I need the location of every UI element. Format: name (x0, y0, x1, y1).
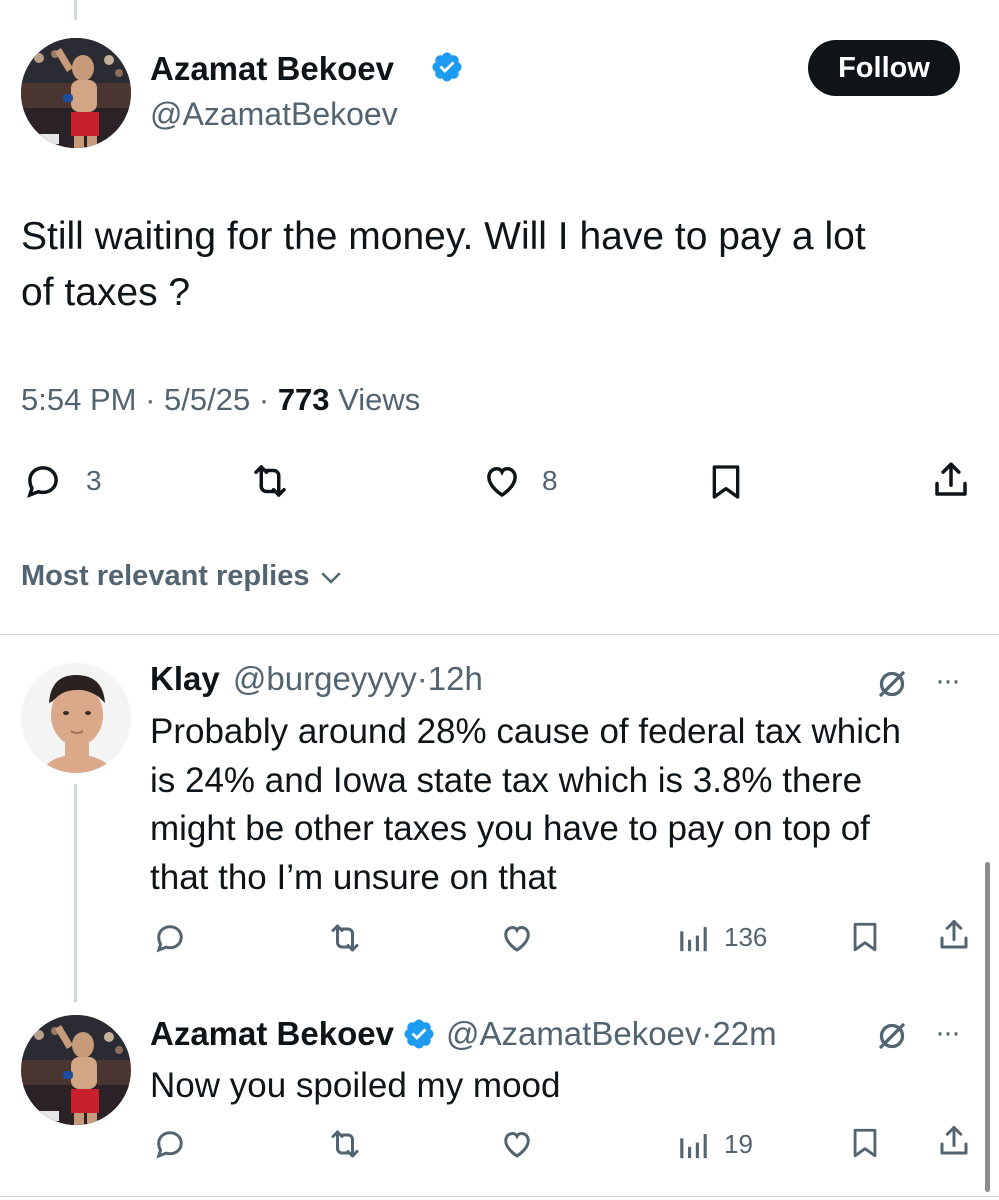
follow-button[interactable]: Follow (808, 40, 960, 96)
tweet-meta: 5:54 PM · 5/5/25 · 773 Views (21, 382, 420, 418)
like-button[interactable] (498, 920, 536, 956)
reply-button[interactable]: 3 (22, 460, 102, 502)
grok-icon[interactable] (874, 666, 910, 702)
reply-author-handle[interactable]: @burgeyyyy (233, 660, 417, 697)
tweet-text-line-2: of taxes ? (21, 271, 191, 314)
views-chart-icon (680, 927, 707, 952)
more-options-icon[interactable]: ··· (935, 664, 961, 698)
share-button[interactable] (936, 916, 972, 954)
author-avatar[interactable] (21, 38, 131, 148)
replies-sort-label: Most relevant replies (21, 560, 310, 592)
reply-text-line: Probably around 28% cause of federal tax… (150, 712, 902, 751)
heart-icon (504, 1131, 530, 1158)
heart-icon (487, 466, 517, 498)
reply-age[interactable]: 12h (428, 660, 483, 697)
reply-icon (156, 925, 183, 953)
verified-badge-icon (404, 1019, 434, 1049)
separator: · (416, 660, 428, 697)
separator: · (258, 382, 270, 417)
reply-text-line: might be other taxes you have to pay on … (150, 809, 870, 848)
views-chart-icon (680, 1134, 707, 1159)
reply-avatar[interactable] (21, 663, 131, 773)
reply-text-line: that tho I’m unsure on that (150, 857, 557, 897)
divider (0, 634, 999, 635)
views-button[interactable]: 19 (676, 1127, 753, 1161)
reply-age[interactable]: 22m (712, 1015, 776, 1053)
like-button[interactable] (498, 1126, 536, 1162)
reply-header: Azamat Bekoev @AzamatBekoev · 22m (150, 1015, 777, 1053)
separator: · (145, 382, 156, 417)
share-icon (940, 920, 968, 949)
repost-button[interactable] (325, 1126, 365, 1162)
chevron-down-icon (320, 571, 341, 584)
reply-header: Klay @burgeyyyy·12h (150, 660, 483, 698)
reply-count: 3 (86, 465, 102, 496)
repost-icon (331, 924, 359, 952)
reply-text-line: Now you spoiled my mood (150, 1066, 561, 1105)
heart-icon (504, 925, 530, 952)
views-count: 136 (724, 921, 768, 952)
thread-line-reply (74, 784, 77, 1002)
replies-sort-dropdown[interactable]: Most relevant replies (21, 560, 346, 593)
reply-icon (156, 1131, 183, 1159)
scrollbar[interactable] (985, 862, 990, 1192)
bookmark-icon (853, 1128, 877, 1158)
repost-icon (331, 1130, 359, 1158)
reply-text: Now you spoiled my mood (150, 1062, 560, 1110)
share-button[interactable] (936, 1122, 972, 1160)
views-count: 773 (277, 382, 330, 417)
thread-line-top (74, 0, 77, 20)
reply-text: Probably around 28% cause of federal tax… (150, 708, 901, 902)
grok-icon[interactable] (874, 1018, 910, 1054)
reply-avatar[interactable] (21, 1015, 131, 1125)
reply-icon (27, 466, 58, 498)
bookmark-button[interactable] (706, 460, 746, 504)
bookmark-button[interactable] (848, 1124, 882, 1162)
reply-text-line: is 24% and Iowa state tax which is 3.8% … (150, 760, 863, 800)
divider (0, 1196, 999, 1197)
tweet-text-line-1: Still waiting for the money. Will I have… (21, 215, 866, 258)
bookmark-button[interactable] (848, 918, 882, 956)
verified-badge-icon (430, 50, 464, 84)
views-label: Views (338, 382, 421, 417)
author-handle[interactable]: @AzamatBekoev (150, 96, 398, 133)
like-button[interactable]: 8 (480, 460, 558, 502)
share-icon (935, 462, 967, 496)
repost-button[interactable] (325, 920, 365, 956)
share-button[interactable] (930, 458, 972, 502)
share-icon (940, 1126, 968, 1155)
reply-button[interactable] (152, 920, 188, 956)
views-count: 19 (724, 1128, 753, 1159)
repost-icon (254, 465, 286, 497)
author-name[interactable]: Azamat Bekoev (150, 50, 394, 88)
tweet-date[interactable]: 5/5/25 (164, 382, 250, 417)
separator: · (701, 1015, 713, 1052)
reply-author-handle[interactable]: @AzamatBekoev (446, 1015, 701, 1053)
reply-author-name[interactable]: Klay (150, 660, 220, 697)
like-count: 8 (542, 465, 558, 496)
reply-button[interactable] (152, 1126, 188, 1162)
bookmark-icon (712, 465, 740, 499)
more-options-icon[interactable]: ··· (935, 1016, 961, 1050)
bookmark-icon (853, 922, 877, 952)
tweet-time[interactable]: 5:54 PM (21, 382, 136, 417)
views-button[interactable]: 136 (676, 920, 767, 954)
reply-author-name[interactable]: Azamat Bekoev (150, 1015, 394, 1053)
repost-button[interactable] (247, 460, 293, 502)
